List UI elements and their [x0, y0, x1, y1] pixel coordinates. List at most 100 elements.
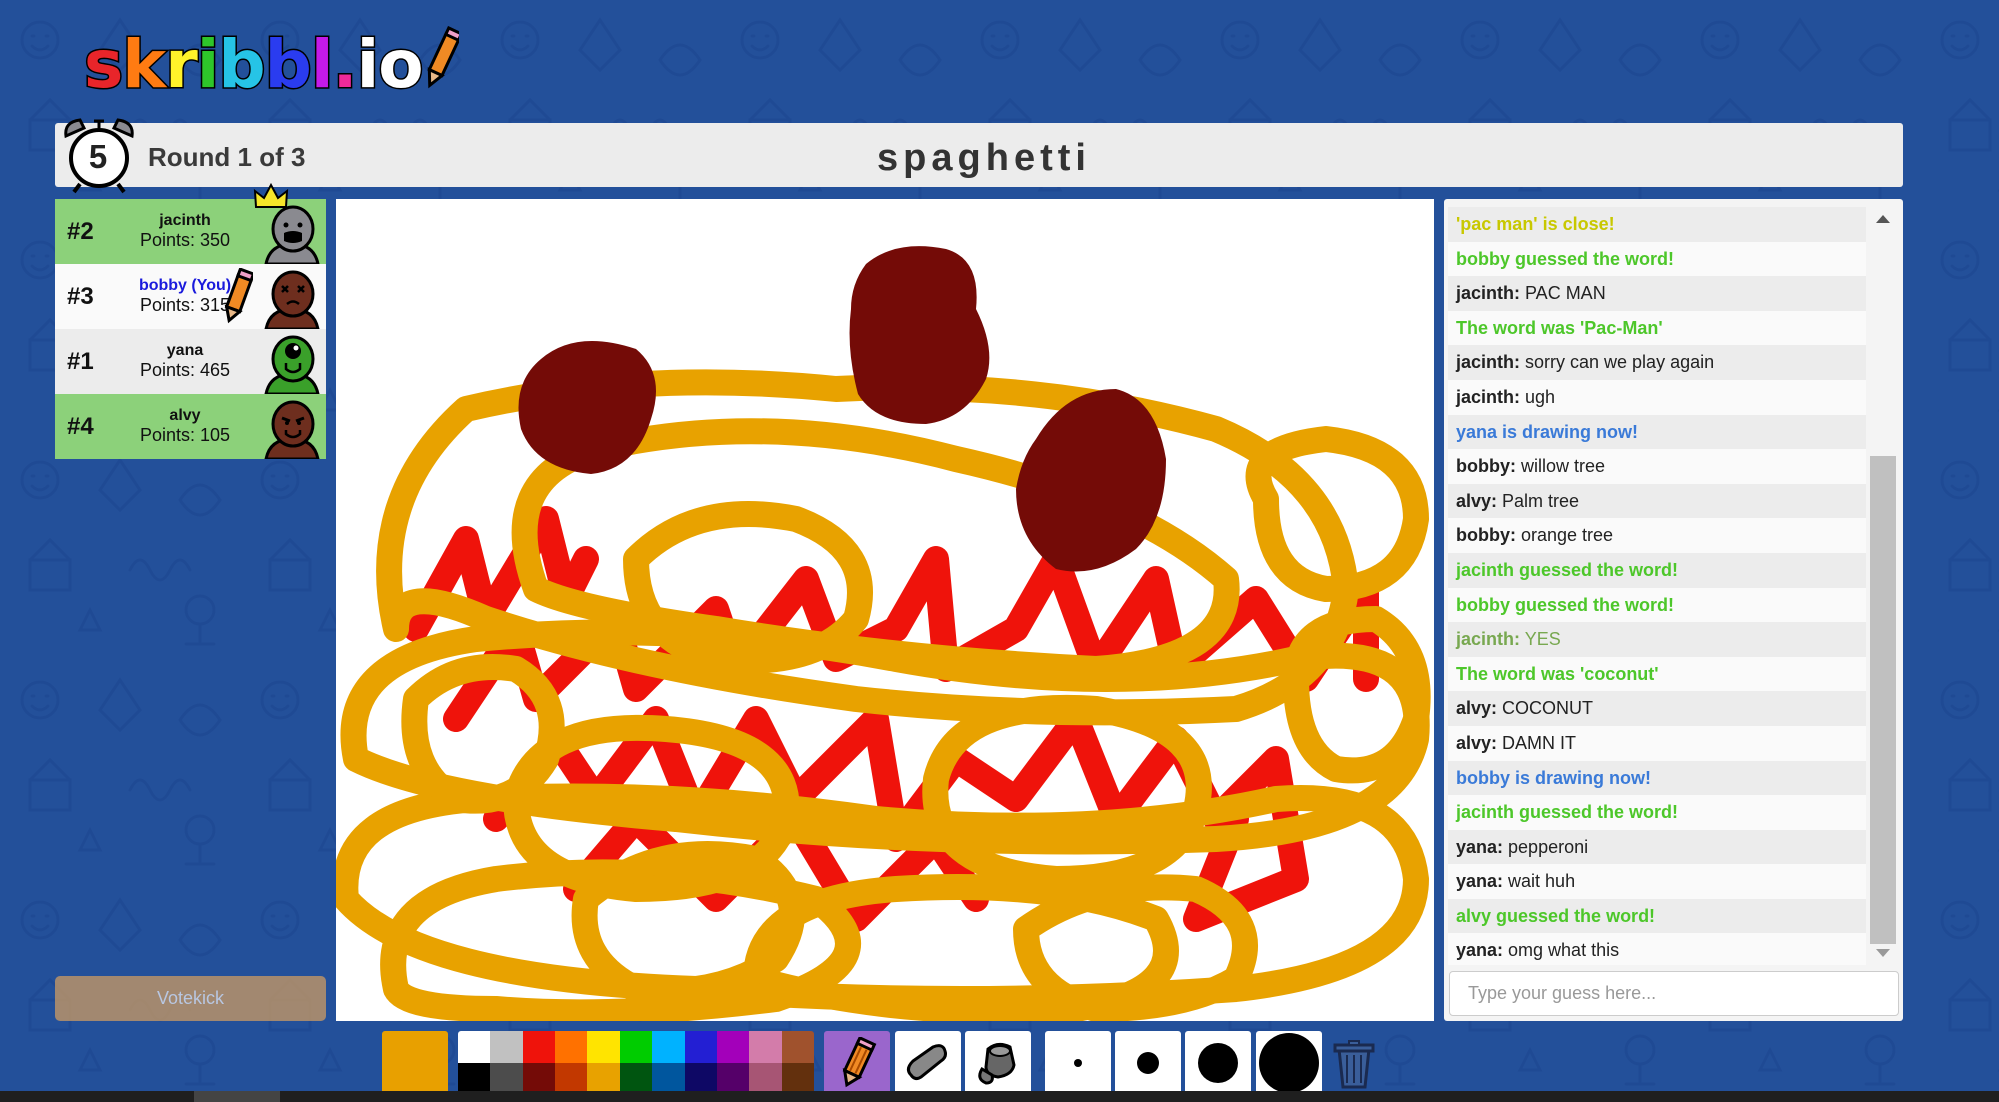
chat-message: alvy: DAMN IT — [1448, 725, 1866, 761]
color-swatch[interactable] — [652, 1031, 685, 1063]
color-swatch[interactable] — [716, 1031, 750, 1063]
player-row[interactable]: #1 yana Points: 465 — [55, 329, 326, 394]
logo-letter: l — [309, 26, 335, 103]
color-swatch[interactable] — [749, 1031, 782, 1063]
player-rank: #2 — [67, 217, 94, 245]
message-author: jacinth: — [1456, 629, 1521, 650]
chat-message: bobby: orange tree — [1448, 518, 1866, 553]
scroll-thumb[interactable] — [1870, 456, 1896, 944]
fill-tool-button[interactable] — [965, 1031, 1031, 1095]
player-rank: #4 — [67, 412, 94, 440]
chat-scrollbar[interactable] — [1868, 207, 1898, 965]
chat-messages: 'pac man' is close! bobby guessed the wor… — [1448, 207, 1866, 965]
chat-message: bobby: willow tree — [1448, 449, 1866, 484]
chat-message: yana: omg what this — [1448, 933, 1866, 965]
fill-bucket-icon — [978, 1042, 1016, 1085]
message-author: jacinth: — [1456, 386, 1521, 407]
drawing-pencil-icon — [224, 268, 253, 324]
logo-letter: b — [217, 26, 267, 103]
player-row[interactable]: #2 jacinth Points: 350 — [55, 183, 326, 264]
message-text: omg what this — [1503, 940, 1620, 961]
window-scroll-thumb[interactable] — [194, 1091, 280, 1102]
chat-message: bobby is drawing now! — [1448, 760, 1866, 796]
chat-message: jacinth: ugh — [1448, 379, 1866, 415]
message-author: yana: — [1456, 940, 1504, 961]
spaghetti-drawing — [336, 246, 1431, 1021]
player-avatar — [264, 400, 320, 459]
crown-icon — [253, 183, 289, 208]
votekick-button[interactable]: Votekick — [55, 976, 326, 1021]
drawing-stroke — [1016, 389, 1166, 572]
color-swatch[interactable] — [587, 1031, 620, 1063]
chat-message: jacinth: YES — [1448, 622, 1866, 657]
chat-panel: 'pac man' is close! bobby guessed the wor… — [1444, 199, 1903, 1021]
eraser-tool-button[interactable] — [895, 1031, 961, 1095]
window-scrollbar[interactable] — [0, 1091, 1999, 1102]
player-row[interactable]: #3 bobby (You) Points: 315 — [55, 264, 326, 329]
current-color-swatch — [382, 1031, 448, 1095]
message-author: bobby: — [1456, 456, 1516, 477]
brush-size-small[interactable] — [1045, 1031, 1111, 1095]
scroll-up-arrow-icon[interactable] — [1876, 215, 1890, 223]
drawing-canvas[interactable] — [336, 199, 1434, 1021]
brush-size-xlarge[interactable] — [1256, 1031, 1322, 1095]
player-avatar — [264, 270, 320, 329]
chat-message: jacinth: PAC MAN — [1448, 276, 1866, 311]
guess-input[interactable] — [1449, 971, 1899, 1016]
chat-message: The word was 'Pac-Man' — [1448, 310, 1866, 346]
skribbl-logo: skribbl.io — [82, 18, 459, 103]
scroll-down-arrow-icon[interactable] — [1876, 949, 1890, 957]
message-text: PAC MAN — [1520, 283, 1606, 304]
color-swatch[interactable] — [522, 1031, 556, 1063]
logo-pencil-icon — [426, 26, 459, 89]
brush-dot-xlarge-icon — [1259, 1033, 1319, 1093]
pencil-icon — [842, 1037, 877, 1088]
timer-value: 5 — [88, 138, 108, 175]
logo-letter: . — [331, 26, 359, 103]
chat-message: 'pac man' is close! — [1448, 207, 1866, 242]
logo-letter: o — [377, 26, 425, 103]
player-points: Points: 465 — [139, 360, 231, 380]
chat-message: bobby guessed the word! — [1448, 241, 1866, 277]
message-author: alvy: — [1456, 732, 1498, 753]
message-text: wait huh — [1503, 871, 1576, 892]
chat-message: alvy: Palm tree — [1448, 483, 1866, 519]
clear-canvas-button[interactable] — [1329, 1031, 1379, 1095]
brush-size-medium[interactable] — [1115, 1031, 1181, 1095]
color-swatch[interactable] — [619, 1031, 653, 1063]
message-author: jacinth: — [1456, 352, 1521, 373]
player-name: alvy — [169, 407, 201, 424]
player-list: #2 jacinth Points: 350 #3 bobby (You) Points:… — [55, 183, 326, 459]
brush-size-large[interactable] — [1185, 1031, 1251, 1095]
message-text: sorry can we play again — [1520, 352, 1715, 373]
message-text: willow tree — [1516, 456, 1606, 477]
pencil-tool-button[interactable] — [824, 1031, 890, 1095]
player-name: jacinth — [159, 212, 211, 229]
logo-letter: i — [355, 26, 381, 103]
message-author: yana: — [1456, 871, 1504, 892]
color-swatch[interactable] — [684, 1031, 717, 1063]
color-swatch[interactable] — [555, 1031, 588, 1063]
trash-can-icon — [1333, 1040, 1375, 1089]
current-word: spaghetti — [877, 137, 1091, 179]
message-text: pepperoni — [1503, 836, 1589, 857]
chat-message: alvy guessed the word! — [1448, 898, 1866, 934]
color-swatch[interactable] — [458, 1031, 491, 1063]
message-text: COCONUT — [1497, 698, 1594, 719]
player-rank: #1 — [67, 347, 94, 375]
message-text: ugh — [1520, 386, 1556, 407]
logo-letter: s — [82, 26, 124, 103]
chat-message: alvy: COCONUT — [1448, 691, 1866, 726]
color-swatch[interactable] — [781, 1031, 814, 1063]
chat-message: yana: pepperoni — [1448, 829, 1866, 865]
chat-message: yana is drawing now! — [1448, 414, 1866, 450]
player-row[interactable]: #4 alvy Points: 105 — [55, 394, 326, 459]
message-author: alvy: — [1456, 698, 1498, 719]
logo-letter: i — [195, 26, 221, 103]
drawing-stroke — [849, 246, 990, 424]
message-text: Palm tree — [1497, 490, 1580, 511]
message-text: DAMN IT — [1497, 732, 1577, 753]
logo-letter: b — [263, 26, 313, 103]
brush-dot-large-icon — [1198, 1043, 1238, 1083]
color-swatch[interactable] — [490, 1031, 523, 1063]
